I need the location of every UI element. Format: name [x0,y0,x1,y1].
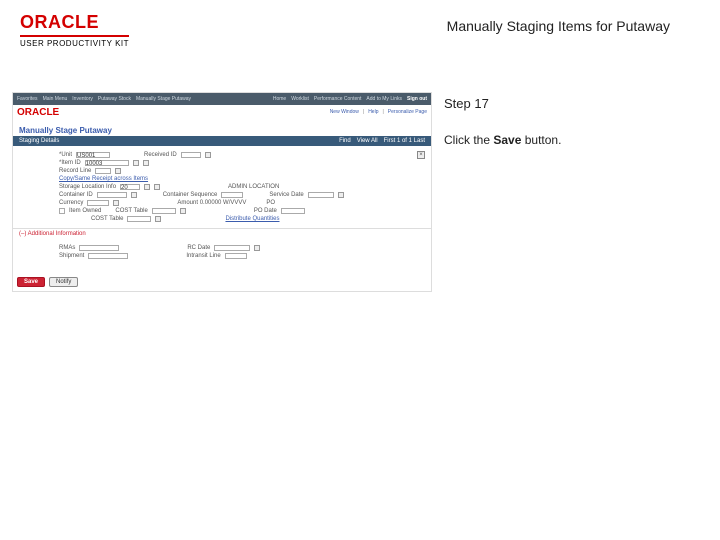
admin-loc-label: ADMIN LOCATION [228,184,279,190]
item-id-label: *Item ID [59,160,81,166]
brand-underline [20,35,129,37]
inner-brand-logo: ORACLE [17,107,59,118]
close-icon[interactable]: × [417,151,425,159]
unit-label: *Unit [59,152,72,158]
viewall-link[interactable]: View All [357,138,378,144]
service-date-label: Service Date [269,192,303,198]
pager[interactable]: First 1 of 1 Last [384,138,425,144]
nav-link-home[interactable]: Home [273,96,286,102]
notify-button[interactable]: Notify [49,277,78,287]
search-icon[interactable] [205,152,211,158]
item-id-field[interactable]: 10003 [85,160,129,166]
rmas-field[interactable] [79,245,119,251]
form-area: *Unit US001 Received ID *Item ID 10003 R… [13,146,431,228]
received-id-field[interactable] [181,152,201,158]
details-bar: Staging Details Find View All First 1 of… [13,136,431,146]
step-text: Click the Save button. [444,133,708,147]
breadcrumb-item[interactable]: Putaway Stock [98,96,131,102]
embedded-screenshot: Favorites Main Menu Inventory Putaway St… [12,92,432,292]
breadcrumb-item[interactable]: Manually Stage Putaway [136,96,191,102]
container-seq-label: Container Sequence [163,192,218,198]
brand-logo: ORACLE [20,12,129,33]
container-id-label: Container ID [59,192,93,198]
record-line-label: Record Line [59,168,91,174]
currency-field[interactable] [87,200,109,206]
intransit-line-label: Intransit Line [186,253,220,259]
navbar: Favorites Main Menu Inventory Putaway St… [13,93,431,105]
page-title: Manually Staging Items for Putaway [447,18,670,34]
search-icon[interactable] [133,160,139,166]
currency-label: Currency [59,200,83,206]
rc-date-label: RC Date [187,245,210,251]
po-label: PO [266,200,275,206]
calendar-icon[interactable] [254,245,260,251]
cost-table-2-label: COST Table [91,216,123,222]
item-owned-label: Item Owned [69,208,101,214]
search-icon[interactable] [115,168,121,174]
brand-subtitle: USER PRODUCTIVITY KIT [20,39,129,48]
search-icon[interactable] [144,184,150,190]
copy-receipt-link[interactable]: Copy/Same Receipt across Items [59,176,148,182]
service-date-field[interactable] [308,192,334,198]
po-date-field[interactable] [281,208,305,214]
shipment-label: Shipment [59,253,84,259]
search-icon[interactable] [155,216,161,222]
container-id-field[interactable] [97,192,127,198]
nav-link-addlinks[interactable]: Add to My Links [366,96,402,102]
search-icon[interactable] [154,184,160,190]
cost-table-2-field[interactable] [127,216,151,222]
link-new-window[interactable]: New Window [330,109,359,115]
step-number: Step 17 [444,96,708,111]
logo-block: ORACLE USER PRODUCTIVITY KIT [20,12,129,48]
find-link[interactable]: Find [339,138,351,144]
cost-table-field[interactable] [152,208,176,214]
storage-loc-field[interactable]: 20 [120,184,140,190]
rc-date-field[interactable] [214,245,250,251]
amount-label: Amount 0.00000 W/VVVV [177,200,246,206]
breadcrumb-item[interactable]: Main Menu [43,96,68,102]
item-owned-checkbox[interactable] [59,208,65,214]
breadcrumb-item[interactable]: Inventory [72,96,93,102]
additional-info-header[interactable]: (–) Additional Information [13,228,431,239]
storage-loc-label: Storage Location Info [59,184,116,190]
cost-table-label: COST Table [115,208,147,214]
received-id-label: Received ID [144,152,177,158]
calendar-icon[interactable] [143,160,149,166]
link-help[interactable]: Help [368,109,378,115]
save-button[interactable]: Save [17,277,45,287]
inner-page-heading: Manually Stage Putaway [13,125,431,136]
link-personalize[interactable]: Personalize Page [388,109,427,115]
search-icon[interactable] [113,200,119,206]
breadcrumb-item[interactable]: Favorites [17,96,38,102]
signout-link[interactable]: Sign out [407,96,427,102]
container-seq-field[interactable] [221,192,243,198]
unit-field[interactable]: US001 [76,152,110,158]
header-strip: ORACLE New Window | Help | Personalize P… [13,105,431,125]
distribute-qty-link[interactable]: Distribute Quantities [225,216,279,222]
nav-link-worklist[interactable]: Worklist [291,96,309,102]
po-date-label: PO Date [254,208,277,214]
nav-link-perf[interactable]: Performance Content [314,96,362,102]
calendar-icon[interactable] [338,192,344,198]
search-icon[interactable] [131,192,137,198]
details-title: Staging Details [19,138,59,144]
shipment-field[interactable] [88,253,128,259]
instructions-panel: Step 17 Click the Save button. [444,92,708,292]
record-line-field[interactable] [95,168,111,174]
search-icon[interactable] [180,208,186,214]
intransit-line-field[interactable] [225,253,247,259]
rmas-label: RMAs [59,245,75,251]
